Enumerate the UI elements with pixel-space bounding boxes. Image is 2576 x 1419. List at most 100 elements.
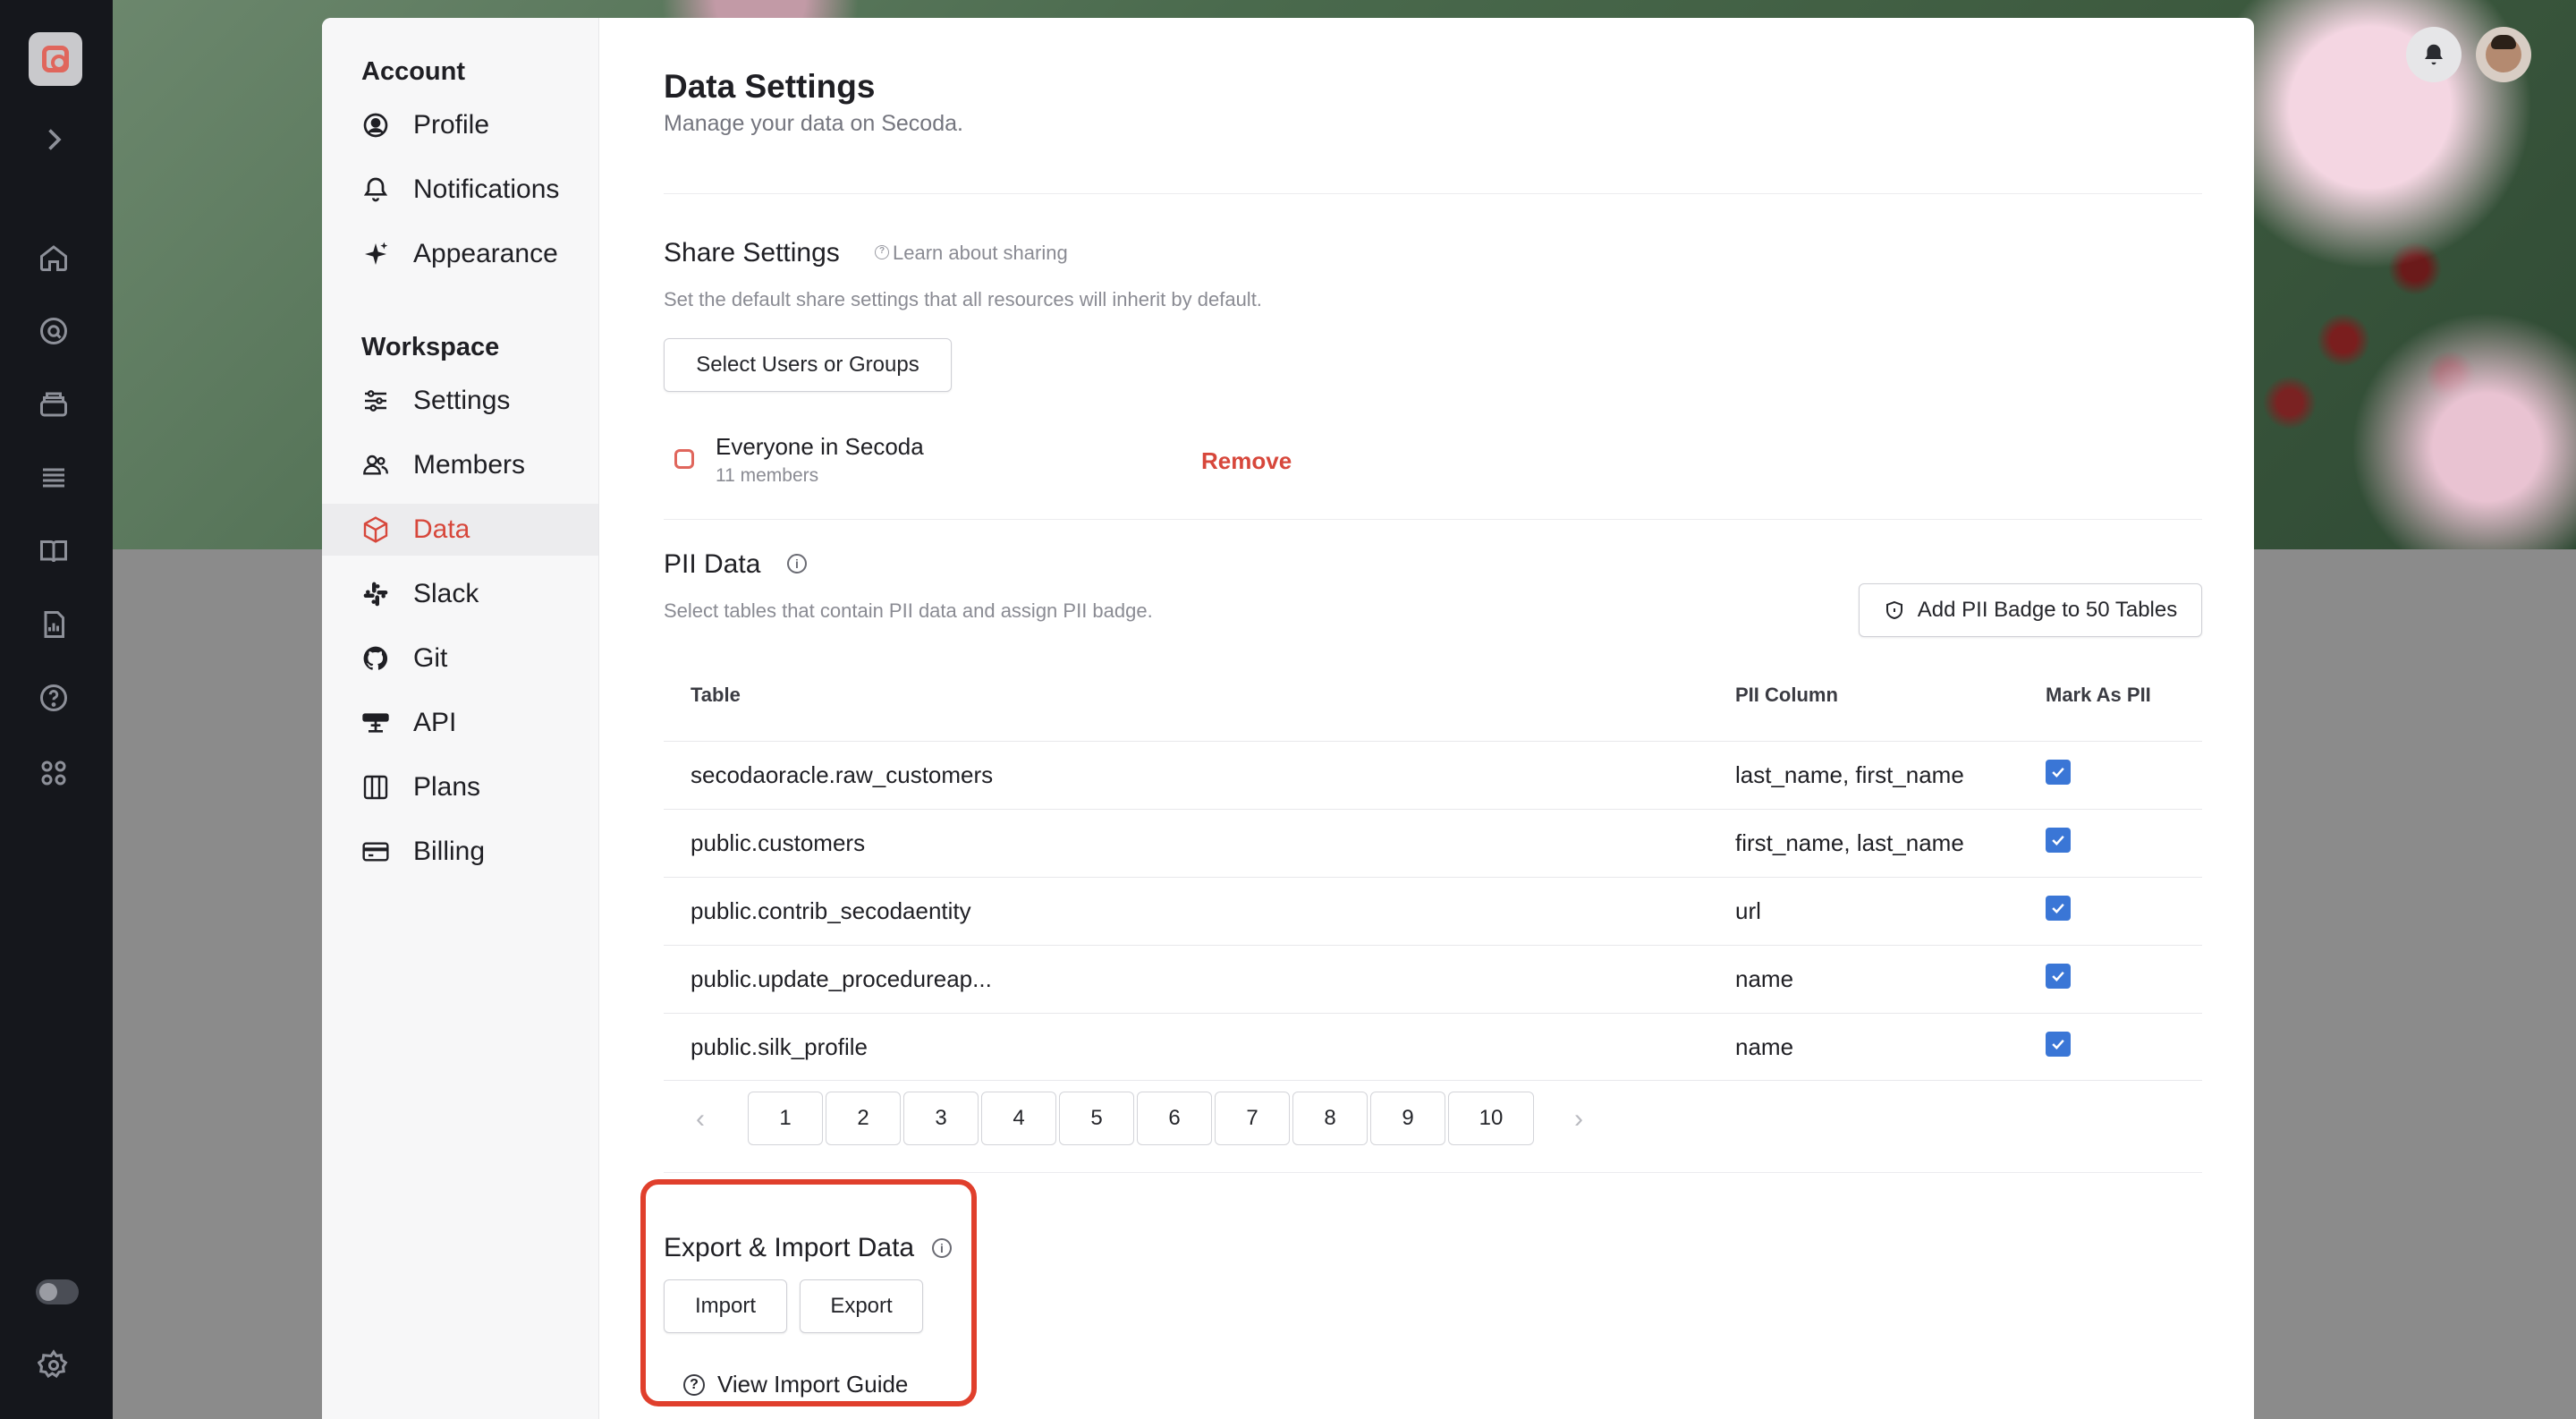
workspace-heading: Workspace xyxy=(361,333,500,361)
search-icon[interactable] xyxy=(36,315,72,351)
divider xyxy=(664,193,2202,194)
help-icon[interactable] xyxy=(36,682,72,718)
page-subtitle: Manage your data on Secoda. xyxy=(664,111,963,136)
column-header-pii-column: PII Column xyxy=(1735,684,1838,706)
page-button[interactable]: 5 xyxy=(1059,1092,1134,1145)
page-button[interactable]: 8 xyxy=(1292,1092,1368,1145)
column-header-table: Table xyxy=(691,684,741,706)
help-circle-icon: ? xyxy=(875,245,889,259)
mark-as-pii-checkbox[interactable] xyxy=(2046,1032,2071,1057)
notifications-button[interactable] xyxy=(2406,27,2462,82)
page-button[interactable]: 2 xyxy=(826,1092,901,1145)
sidebar-item-data[interactable]: Data xyxy=(322,504,598,556)
expand-chevron-icon[interactable] xyxy=(36,123,72,159)
list-icon[interactable] xyxy=(36,462,72,497)
page-button[interactable]: 3 xyxy=(903,1092,979,1145)
sidebar-item-label: API xyxy=(413,708,457,737)
pii-description: Select tables that contain PII data and … xyxy=(664,599,1153,622)
sidebar-item-label: Notifications xyxy=(413,174,560,204)
page-button[interactable]: 4 xyxy=(981,1092,1056,1145)
sidebar-item-notifications[interactable]: Notifications xyxy=(322,164,598,216)
table-name-cell[interactable]: public.update_procedureap... xyxy=(691,965,992,993)
page-button[interactable]: 7 xyxy=(1215,1092,1290,1145)
book-icon[interactable] xyxy=(36,535,72,571)
page-title: Data Settings xyxy=(664,68,876,105)
settings-sidebar: Account Profile Notifications Appearance… xyxy=(322,18,599,1419)
pii-column-cell: first_name, last_name xyxy=(1735,829,1964,856)
user-circle-icon xyxy=(360,109,392,141)
pii-column-cell: name xyxy=(1735,965,1794,992)
column-header-mark-as-pii: Mark As PII xyxy=(2046,684,2151,706)
sidebar-item-label: Data xyxy=(413,514,470,544)
app-rail xyxy=(0,0,113,1419)
sidebar-item-label: Settings xyxy=(413,386,511,415)
mark-as-pii-checkbox[interactable] xyxy=(2046,828,2071,853)
sidebar-item-plans[interactable]: Plans xyxy=(322,761,598,813)
sidebar-item-label: Appearance xyxy=(413,239,558,268)
sidebar-item-api[interactable]: API xyxy=(322,697,598,749)
sidebar-item-billing[interactable]: Billing xyxy=(322,826,598,878)
secoda-workspace-icon xyxy=(674,449,694,469)
table-name-cell[interactable]: public.customers xyxy=(691,829,865,857)
sidebar-item-profile[interactable]: Profile xyxy=(322,99,598,151)
page-button[interactable]: 1 xyxy=(748,1092,823,1145)
sidebar-item-label: Plans xyxy=(413,772,481,802)
sidebar-item-settings[interactable]: Settings xyxy=(322,375,598,427)
sidebar-item-label: Slack xyxy=(413,579,479,608)
sidebar-item-label: Git xyxy=(413,643,448,673)
mark-as-pii-checkbox[interactable] xyxy=(2046,760,2071,785)
previous-page-button[interactable]: ‹ xyxy=(696,1104,705,1134)
apps-grid-icon[interactable] xyxy=(36,757,72,793)
select-users-or-groups-button[interactable]: Select Users or Groups xyxy=(664,338,952,392)
bell-icon xyxy=(360,174,392,206)
table-name-cell[interactable]: public.contrib_secodaentity xyxy=(691,897,971,925)
pii-column-cell: name xyxy=(1735,1033,1794,1060)
table-row: public.contrib_secodaentity url xyxy=(664,877,2202,945)
sidebar-item-label: Billing xyxy=(413,837,486,866)
divider xyxy=(664,1172,2202,1173)
shield-icon xyxy=(1885,600,1902,620)
settings-panel: Account Profile Notifications Appearance… xyxy=(322,18,2254,1419)
home-icon[interactable] xyxy=(36,242,72,277)
table-row: public.update_procedureap... name xyxy=(664,945,2202,1013)
sidebar-item-members[interactable]: Members xyxy=(322,439,598,491)
sliders-icon xyxy=(360,385,392,417)
highlight-annotation xyxy=(640,1179,977,1406)
remove-button[interactable]: Remove xyxy=(1201,447,1292,475)
map-icon xyxy=(360,771,392,803)
table-row: public.customers first_name, last_name xyxy=(664,809,2202,877)
sidebar-item-label: Members xyxy=(413,450,526,480)
pii-column-cell: url xyxy=(1735,897,1761,924)
report-icon[interactable] xyxy=(36,608,72,644)
share-settings-title: Share Settings xyxy=(664,238,840,268)
table-row: secodaoracle.raw_customers last_name, fi… xyxy=(664,741,2202,809)
mark-as-pii-checkbox[interactable] xyxy=(2046,896,2071,921)
gear-icon[interactable] xyxy=(36,1349,72,1385)
page-button[interactable]: 10 xyxy=(1448,1092,1534,1145)
secoda-logo[interactable] xyxy=(29,32,82,86)
member-name: Everyone in Secoda xyxy=(716,433,924,460)
page-button[interactable]: 9 xyxy=(1370,1092,1445,1145)
next-page-button[interactable]: › xyxy=(1574,1104,1583,1134)
member-count: 11 members xyxy=(716,465,819,486)
page-button[interactable]: 6 xyxy=(1137,1092,1212,1145)
sidebar-item-appearance[interactable]: Appearance xyxy=(322,228,598,280)
users-icon xyxy=(360,449,392,481)
sidebar-item-slack[interactable]: Slack xyxy=(322,568,598,620)
table-name-cell[interactable]: public.silk_profile xyxy=(691,1033,868,1061)
table-name-cell[interactable]: secodaoracle.raw_customers xyxy=(691,761,993,789)
add-pii-badge-label: Add PII Badge to 50 Tables xyxy=(1917,598,2178,622)
sidebar-item-git[interactable]: Git xyxy=(322,633,598,684)
slack-icon xyxy=(360,578,392,610)
pii-column-cell: last_name, first_name xyxy=(1735,761,1964,788)
user-avatar[interactable] xyxy=(2476,27,2531,82)
learn-about-sharing-link[interactable]: Learn about sharing xyxy=(893,242,1068,265)
pagination: ‹ 1 2 3 4 5 6 7 8 9 10 › xyxy=(664,1092,1648,1145)
add-pii-badge-button[interactable]: Add PII Badge to 50 Tables xyxy=(1859,583,2202,637)
mark-as-pii-checkbox[interactable] xyxy=(2046,964,2071,989)
info-icon[interactable]: i xyxy=(787,554,807,574)
catalog-icon[interactable] xyxy=(36,388,72,424)
credit-card-icon xyxy=(360,836,392,868)
share-description: Set the default share settings that all … xyxy=(664,288,1262,310)
theme-toggle[interactable] xyxy=(36,1279,79,1304)
